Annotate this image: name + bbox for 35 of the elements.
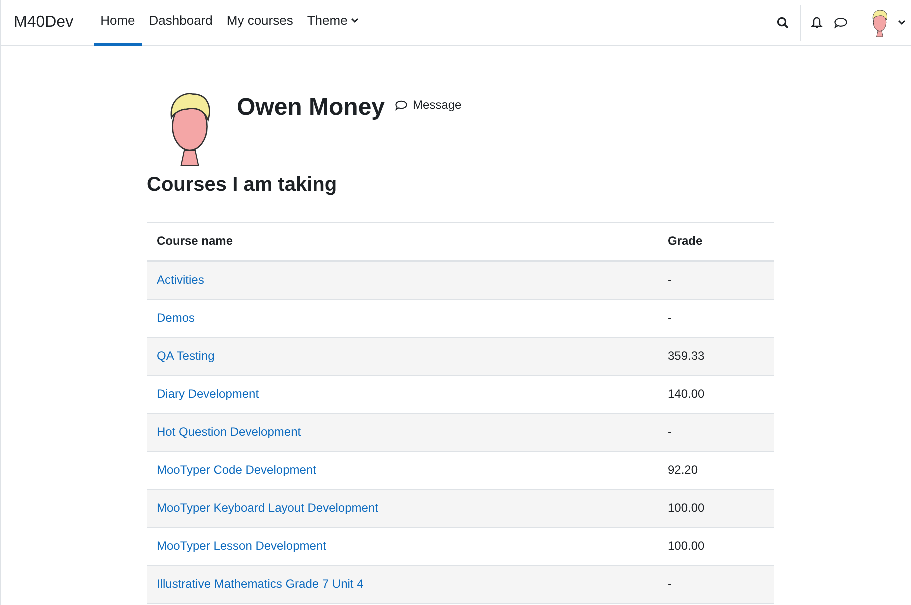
nav-link[interactable]: Theme bbox=[300, 0, 366, 46]
caret-icon bbox=[350, 18, 359, 24]
search-icon[interactable] bbox=[777, 16, 789, 28]
grade-value: 140.00 bbox=[668, 387, 705, 402]
chat-icon[interactable] bbox=[834, 16, 848, 28]
column-header: Course name bbox=[147, 222, 658, 262]
nav-link[interactable]: My courses bbox=[220, 0, 300, 46]
course-link[interactable]: Activities bbox=[157, 273, 204, 288]
grade-value: 92.20 bbox=[668, 463, 698, 478]
course-link[interactable]: QA Testing bbox=[157, 349, 215, 364]
grade-value: - bbox=[668, 577, 672, 592]
grade-value: 100.00 bbox=[668, 539, 705, 554]
user-menu-avatar[interactable] bbox=[870, 8, 890, 36]
course-link[interactable]: Illustrative Mathematics Grade 7 Unit 4 bbox=[157, 577, 364, 592]
course-link[interactable]: MooTyper Lesson Development bbox=[157, 539, 326, 554]
nav-link[interactable]: Home bbox=[94, 0, 142, 46]
site-brand[interactable]: M40Dev bbox=[14, 10, 74, 34]
column-header: Grade bbox=[658, 222, 774, 262]
profile-name: Owen Money bbox=[237, 93, 386, 123]
chat-icon bbox=[395, 100, 408, 110]
caret-icon[interactable] bbox=[898, 20, 906, 26]
course-link[interactable]: MooTyper Keyboard Layout Development bbox=[157, 501, 378, 516]
message-link[interactable]: Message bbox=[395, 96, 462, 114]
grade-value: - bbox=[668, 311, 672, 326]
grade-value: - bbox=[668, 273, 672, 288]
grade-value: 100.00 bbox=[668, 501, 705, 516]
section-heading: Courses I am taking bbox=[147, 172, 338, 198]
course-link[interactable]: Hot Question Development bbox=[157, 425, 302, 440]
bell-icon[interactable] bbox=[811, 16, 823, 29]
course-link[interactable]: Diary Development bbox=[157, 387, 260, 402]
nav-link[interactable]: Dashboard bbox=[142, 0, 220, 46]
grade-value: - bbox=[668, 425, 672, 440]
course-link[interactable]: Demos bbox=[157, 311, 196, 326]
grade-value: 359.33 bbox=[668, 349, 705, 364]
course-link[interactable]: MooTyper Code Development bbox=[157, 463, 316, 478]
